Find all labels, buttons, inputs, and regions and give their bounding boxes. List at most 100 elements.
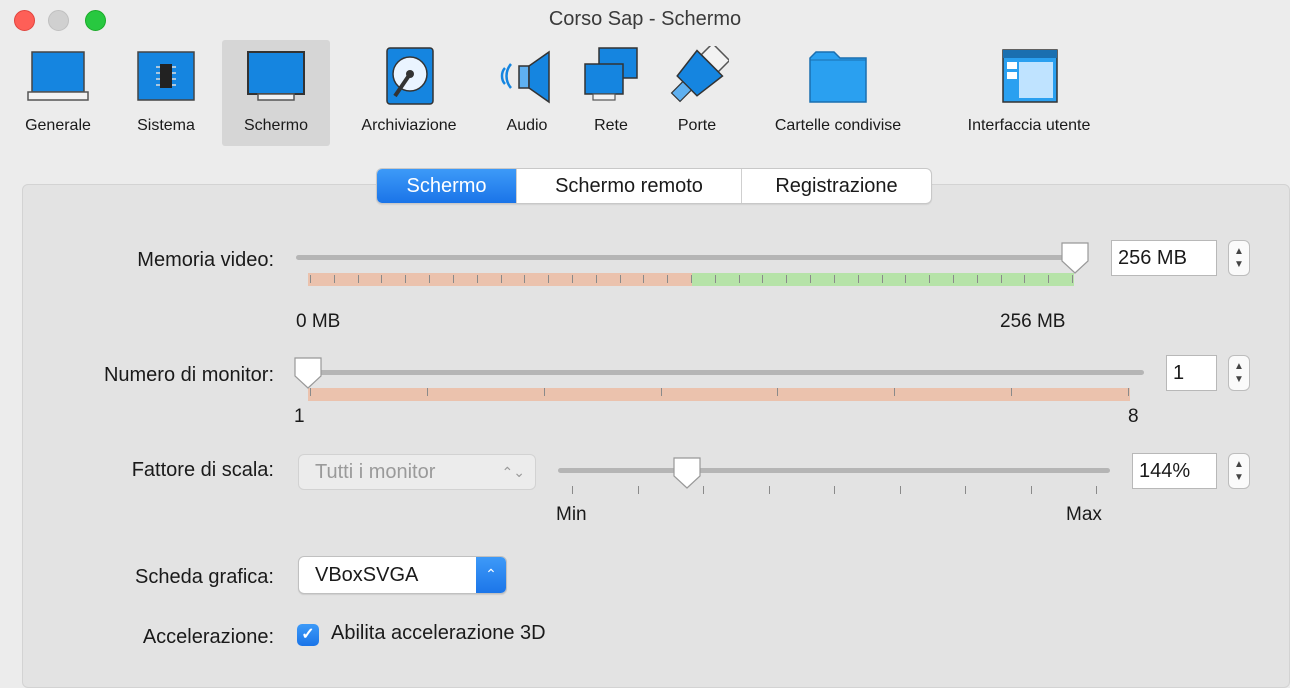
video-memory-tick xyxy=(595,275,597,283)
video-memory-tick xyxy=(1048,275,1050,283)
video-memory-tick xyxy=(571,275,573,283)
graphics-controller-select[interactable]: VBoxSVGA ⌃ xyxy=(298,556,507,594)
scale-tick xyxy=(899,486,901,494)
display-tabs: Schermo Schermo remoto Registrazione xyxy=(376,168,932,204)
video-memory-tick xyxy=(833,275,835,283)
monitor-count-tick xyxy=(1011,388,1013,396)
video-memory-stepper[interactable]: ▲ ▼ xyxy=(1228,240,1250,276)
scale-tick xyxy=(1030,486,1032,494)
toolbar-item-rete[interactable]: Rete xyxy=(576,40,646,146)
scale-tick xyxy=(637,486,639,494)
ports-icon xyxy=(670,46,729,103)
monitor-general-icon xyxy=(27,51,89,101)
video-memory-tick xyxy=(738,275,740,283)
video-memory-tick xyxy=(619,275,621,283)
video-memory-input[interactable]: 256 MB xyxy=(1111,240,1217,276)
tab-schermo[interactable]: Schermo xyxy=(377,169,517,203)
toolbar-label: Generale xyxy=(25,117,91,134)
network-icon xyxy=(584,47,638,101)
video-memory-tick xyxy=(1024,275,1026,283)
video-memory-tick xyxy=(357,275,359,283)
scale-tick xyxy=(1096,486,1097,494)
checkmark-icon: ✓ xyxy=(301,626,315,643)
scale-tick xyxy=(768,486,770,494)
toolbar-item-cartelle-condivise[interactable]: Cartelle condivise xyxy=(754,40,922,146)
monitor-count-tick xyxy=(894,388,896,396)
video-memory-tick xyxy=(310,275,311,283)
chip-icon xyxy=(137,51,195,101)
video-memory-tick xyxy=(714,275,716,283)
toolbar-label: Porte xyxy=(677,117,717,134)
settings-toolbar: Generale Sistema Schermo Archiviazione A… xyxy=(0,40,1290,148)
toolbar-item-porte[interactable]: Porte xyxy=(660,40,734,146)
scale-monitor-select[interactable]: Tutti i monitor ⌃⌄ xyxy=(298,454,536,490)
monitor-count-tick xyxy=(543,388,545,396)
monitor-count-slider-thumb[interactable] xyxy=(293,356,323,390)
monitor-count-input[interactable]: 1 xyxy=(1166,355,1217,391)
scale-input[interactable]: 144% xyxy=(1132,453,1217,489)
toolbar-label: Archiviazione xyxy=(361,117,457,134)
folder-icon xyxy=(809,51,867,103)
video-memory-tick xyxy=(786,275,788,283)
scale-tick xyxy=(834,486,835,494)
toolbar-item-schermo[interactable]: Schermo xyxy=(222,40,330,146)
toolbar-label: Audio xyxy=(506,117,548,134)
scale-slider-thumb[interactable] xyxy=(672,456,702,490)
tab-schermo-remoto[interactable]: Schermo remoto xyxy=(517,169,742,203)
tab-registrazione[interactable]: Registrazione xyxy=(742,169,931,203)
scale-slider-track[interactable] xyxy=(558,468,1110,473)
scale-min-label: Min xyxy=(556,504,587,525)
video-memory-tick xyxy=(857,275,859,283)
monitor-count-stepper[interactable]: ▲ ▼ xyxy=(1228,355,1250,391)
video-memory-tick xyxy=(381,275,383,283)
disk-icon xyxy=(386,47,434,105)
monitor-count-max-label: 8 xyxy=(1128,406,1139,427)
toolbar-item-interfaccia-utente[interactable]: Interfaccia utente xyxy=(944,40,1114,146)
video-memory-tick xyxy=(976,275,978,283)
scale-stepper[interactable]: ▲ ▼ xyxy=(1228,453,1250,489)
scale-tick xyxy=(703,486,704,494)
toolbar-label: Rete xyxy=(594,117,628,134)
toolbar-label: Cartelle condivise xyxy=(774,117,902,134)
window-icon xyxy=(1002,49,1058,103)
toolbar-item-sistema[interactable]: Sistema xyxy=(118,40,214,146)
video-memory-tick xyxy=(452,275,454,283)
video-memory-tick xyxy=(405,275,407,283)
video-memory-tick xyxy=(881,275,883,283)
toolbar-item-generale[interactable]: Generale xyxy=(6,40,110,146)
acceleration-label: Accelerazione: xyxy=(142,626,274,648)
video-memory-ok-band xyxy=(692,273,1074,286)
toolbar-item-audio[interactable]: Audio xyxy=(492,40,562,146)
toolbar-label: Sistema xyxy=(137,117,195,134)
monitor-count-tick xyxy=(660,388,662,396)
video-memory-tick xyxy=(1000,275,1002,283)
display-icon xyxy=(247,51,305,101)
window-title: Corso Sap - Schermo xyxy=(548,8,742,30)
video-memory-tick xyxy=(952,275,954,283)
video-memory-tick xyxy=(500,275,502,283)
chevron-updown-icon: ⌃⌄ xyxy=(501,464,525,480)
acceleration-3d-checkbox[interactable]: ✓ xyxy=(297,624,319,646)
monitor-count-tick xyxy=(426,388,428,396)
acceleration-3d-label[interactable]: Abilita accelerazione 3D xyxy=(331,622,546,645)
video-memory-tick xyxy=(1072,275,1073,283)
scale-max-label: Max xyxy=(1066,504,1102,525)
video-memory-tick xyxy=(691,275,692,283)
monitor-count-warning-band xyxy=(308,388,1130,401)
video-memory-slider-thumb[interactable] xyxy=(1060,241,1090,275)
scale-factor-label: Fattore di scala: xyxy=(131,459,274,481)
video-memory-label: Memoria video: xyxy=(137,249,274,271)
video-memory-max-label: 256 MB xyxy=(1000,311,1066,332)
video-memory-tick xyxy=(905,275,907,283)
scale-tick xyxy=(572,486,573,494)
video-memory-tick xyxy=(929,275,931,283)
monitor-count-label: Numero di monitor: xyxy=(103,364,274,386)
monitor-count-slider-track[interactable] xyxy=(296,370,1144,375)
video-memory-slider-track[interactable] xyxy=(296,255,1088,260)
scale-monitor-select-value: Tutti i monitor xyxy=(315,461,436,483)
video-memory-tick xyxy=(333,275,335,283)
toolbar-item-archiviazione[interactable]: Archiviazione xyxy=(344,40,474,146)
scale-tick xyxy=(965,486,966,494)
video-memory-tick xyxy=(476,275,478,283)
video-memory-tick xyxy=(429,275,431,283)
